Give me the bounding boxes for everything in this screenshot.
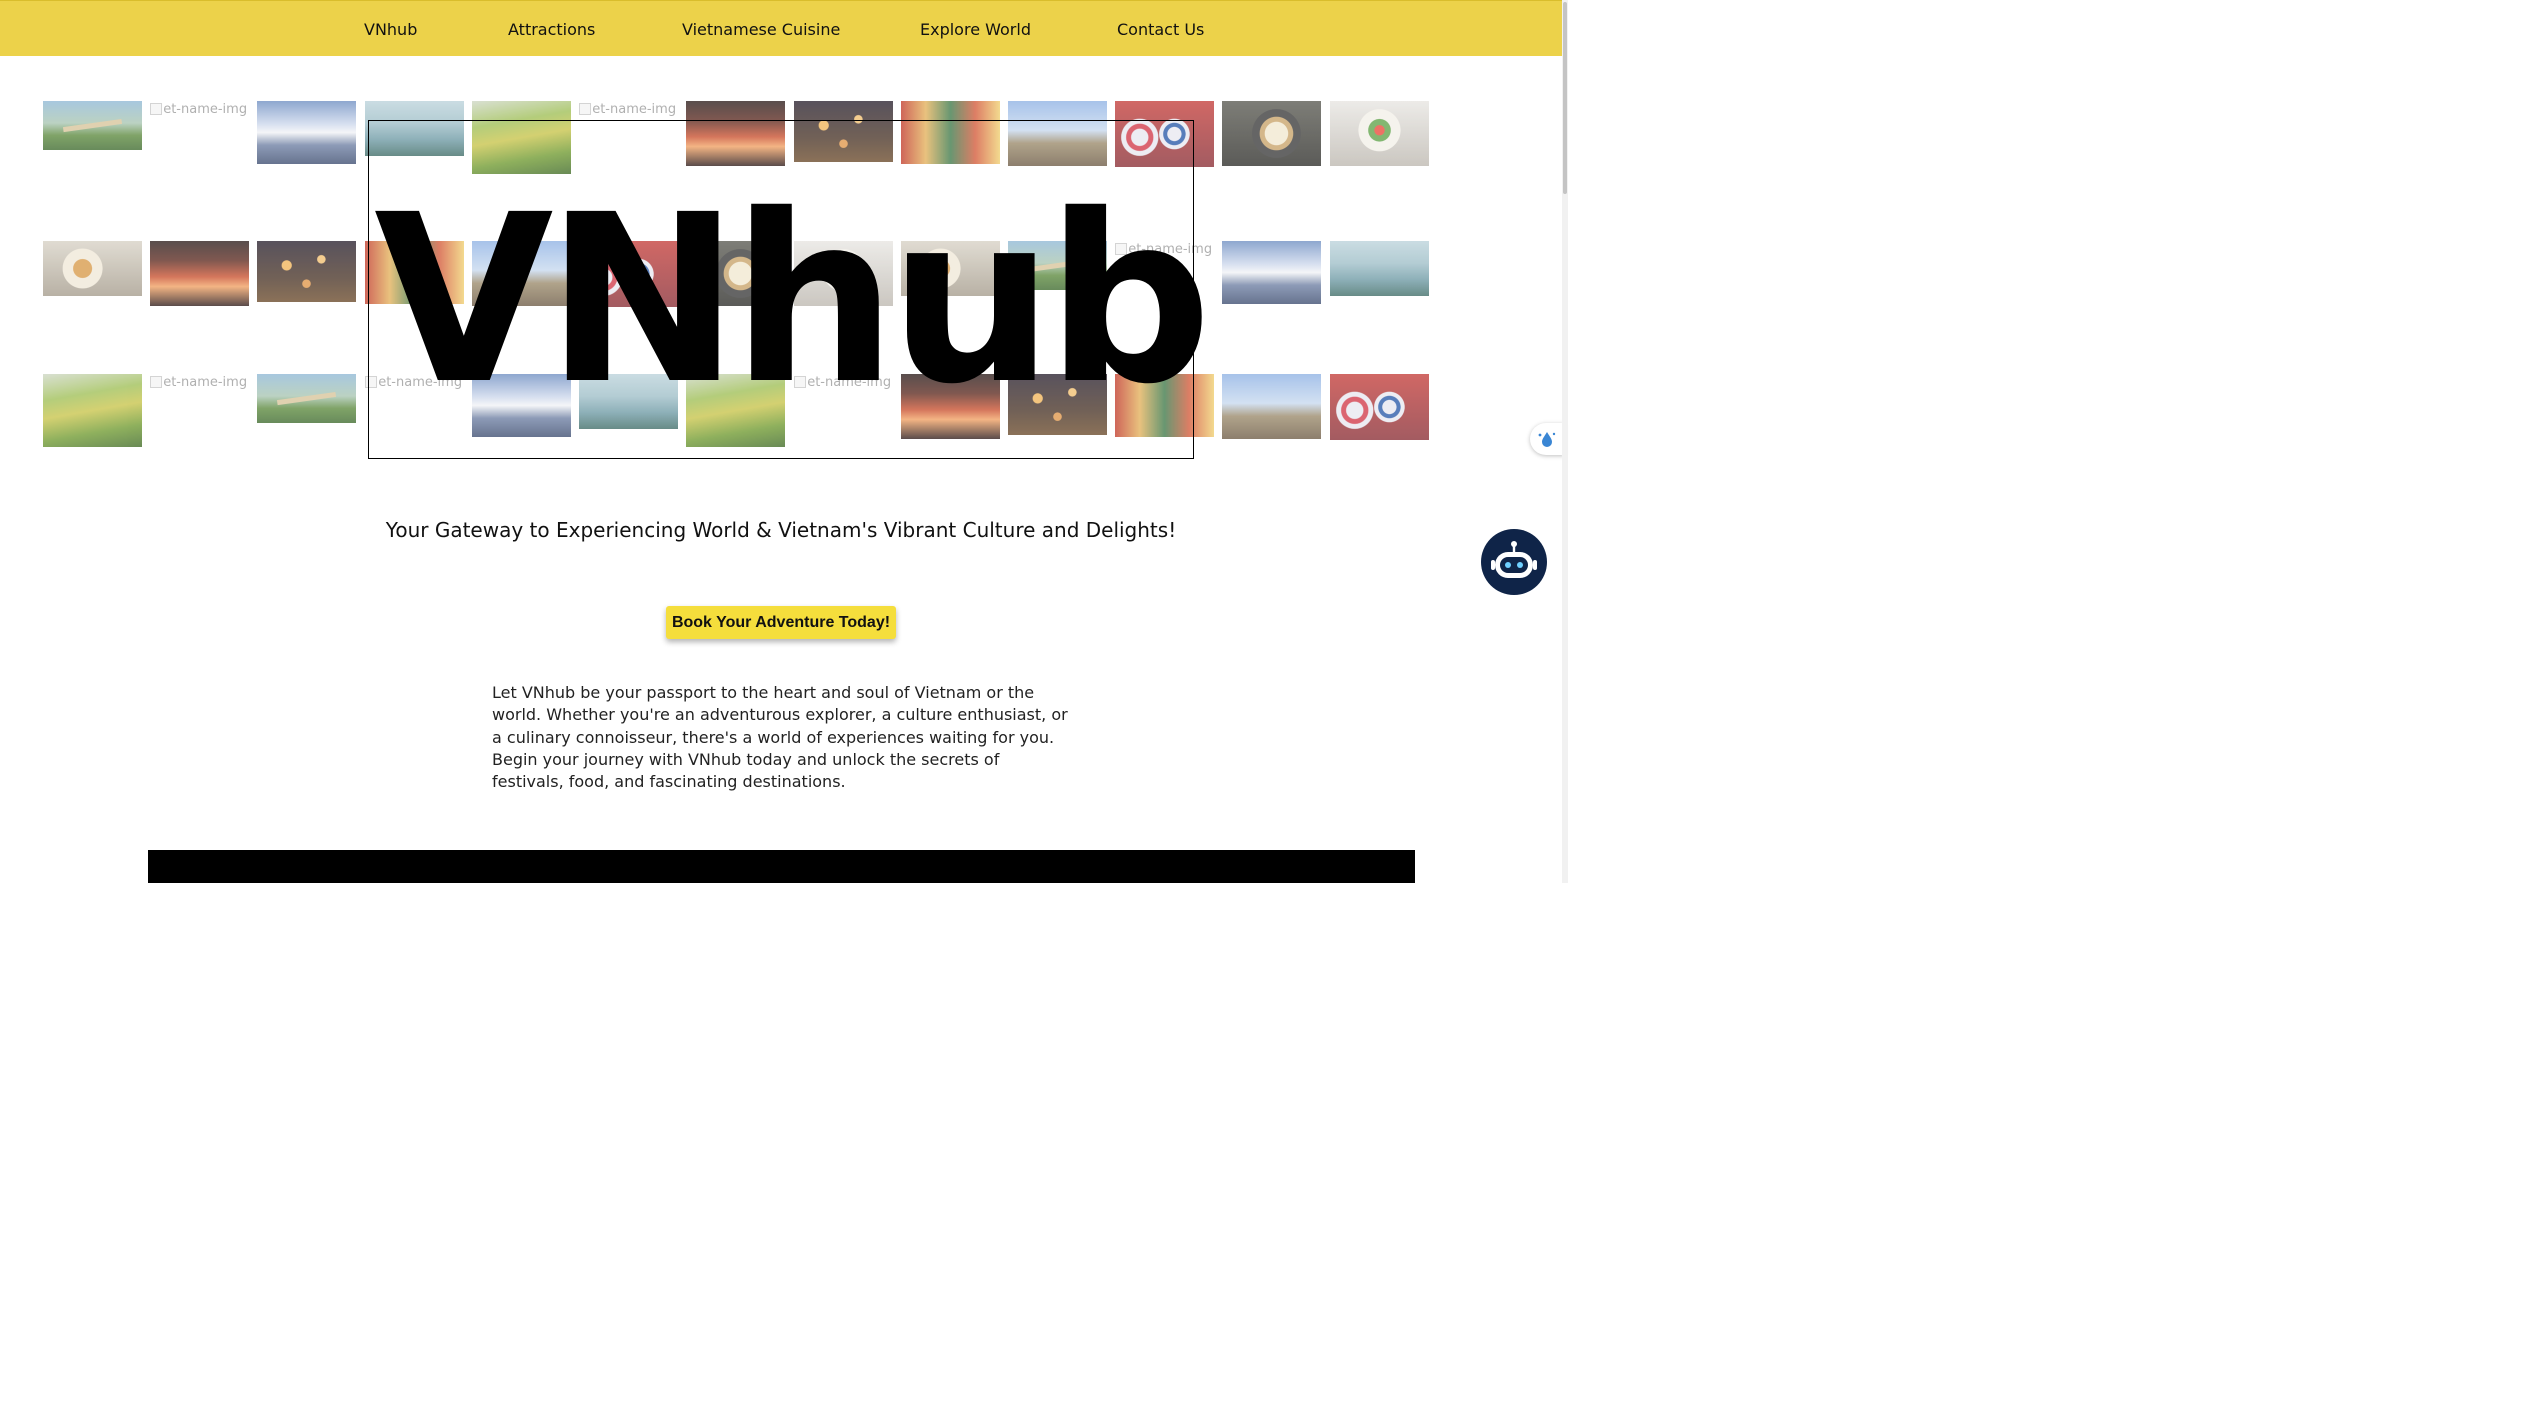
gallery-image-broken: viet-name-img	[150, 102, 248, 117]
chatbot-button[interactable]	[1481, 529, 1547, 595]
gallery-image-broken: viet-name-img	[150, 375, 248, 390]
dark-section-bar	[148, 850, 1415, 883]
page-scrollbar[interactable]	[1562, 0, 1568, 883]
intro-paragraph: Let VNhub be your passport to the heart …	[492, 683, 1068, 792]
broken-image-icon	[150, 376, 162, 388]
broken-image-icon	[150, 103, 162, 115]
gallery-image	[257, 374, 356, 423]
gallery-image	[1330, 374, 1429, 440]
gallery-image	[43, 101, 142, 150]
gallery-image	[1330, 101, 1429, 166]
gallery-image	[1222, 101, 1321, 166]
gallery-image	[257, 101, 356, 164]
gallery-image	[1222, 241, 1321, 304]
book-adventure-button[interactable]: Book Your Adventure Today!	[666, 606, 896, 639]
gallery-image	[43, 374, 142, 447]
gallery-image	[257, 241, 356, 302]
tagline: Your Gateway to Experiencing World & Vie…	[385, 518, 1177, 542]
gallery-image	[1330, 241, 1429, 296]
droplet-icon	[1538, 432, 1556, 447]
robot-chat-icon	[1491, 541, 1537, 578]
gallery-image	[150, 241, 249, 306]
broken-image-icon	[579, 103, 591, 115]
gallery-image	[43, 241, 142, 296]
scrollbar-thumb[interactable]	[1563, 2, 1567, 194]
gallery-image	[1222, 374, 1321, 439]
hero-title: VNhub	[374, 165, 1212, 435]
side-widget-button[interactable]	[1530, 423, 1564, 455]
